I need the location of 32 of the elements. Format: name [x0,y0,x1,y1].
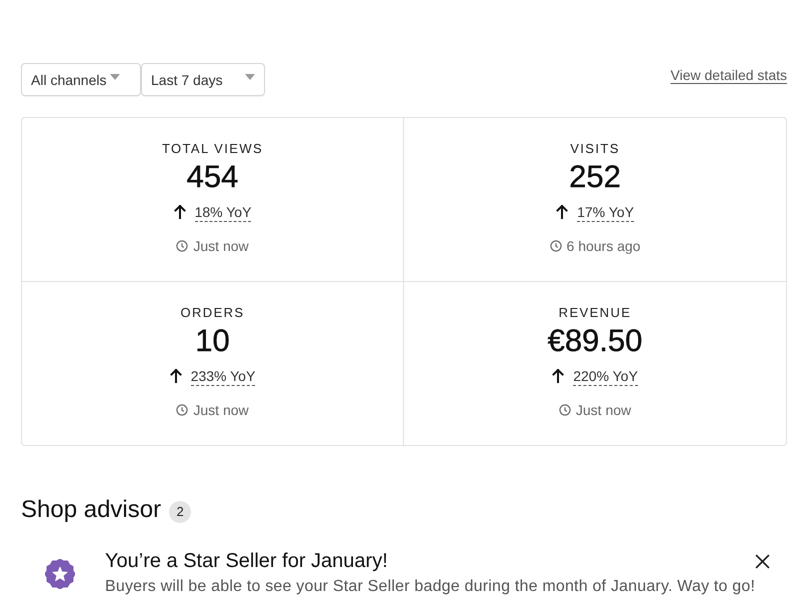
stat-value: 10 [195,324,230,358]
updated-time: 6 hours ago [566,238,640,254]
yoy-change[interactable]: 220% YoY [573,366,638,386]
stat-label: TOTAL VIEWS [162,140,264,158]
star-badge-icon [45,559,75,589]
caret-icon [110,74,120,80]
stat-label: REVENUE [558,304,632,322]
filter-dropdown[interactable]: Last 7 days [141,63,265,96]
stat-value: 252 [569,160,621,194]
yoy-change[interactable]: 18% YoY [194,202,252,222]
close-icon [755,554,770,569]
updated-time: Just now [193,238,249,254]
updated-time: Just now [576,402,632,418]
close-button[interactable] [755,554,770,569]
caret-icon [244,74,255,80]
yoy-change[interactable]: 17% YoY [577,202,634,222]
clock-icon [550,240,562,252]
yoy-change[interactable]: 233% YoY [190,366,256,386]
notice-body: Buyers will be able to see your Star Seller badge during the month of January. Way to go! [105,577,756,597]
clock-icon [176,240,188,252]
notice-title: You’re a Star Seller for January! [105,549,389,573]
clock-icon [558,404,571,416]
stat-value: €89.50 [548,324,642,358]
section-heading: Shop advisor [21,495,162,525]
clock-icon [176,404,188,416]
stat-value: 454 [186,160,238,194]
count-badge: 2 [169,500,192,522]
updated-time: Just now [193,402,249,418]
stat-label: ORDERS [180,304,245,322]
filter-dropdown[interactable]: All channels [21,63,141,96]
view-stats-link[interactable]: View detailed stats [670,67,787,83]
stat-label: VISITS [570,140,620,158]
